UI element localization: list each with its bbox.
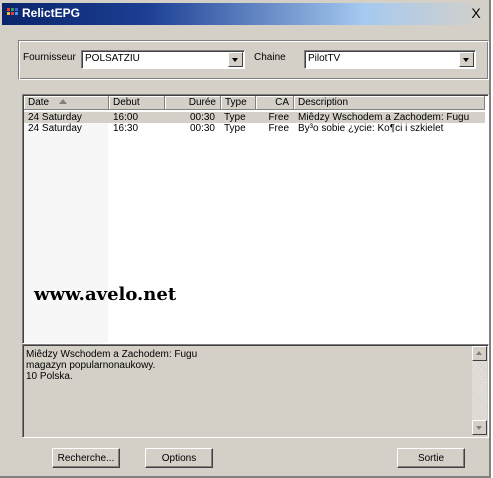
description-memo[interactable]: Miêdzy Wschodem a Zachodem: Fugu magazyn… xyxy=(22,344,489,438)
program-list[interactable]: Date Debut Durée Type CA Description 24 … xyxy=(22,94,489,344)
column-header-description[interactable]: Description xyxy=(294,96,485,110)
column-header-label: CA xyxy=(275,97,289,108)
options-button[interactable]: Options xyxy=(145,448,213,468)
sort-ascending-icon xyxy=(59,99,68,104)
cell-type: Type xyxy=(224,112,246,123)
description-line: 10 Polska. xyxy=(26,371,73,382)
description-line: Miêdzy Wschodem a Zachodem: Fugu xyxy=(26,349,198,360)
relictepg-window: RelictEPG X Fournisseur POLSATZIU Chaine… xyxy=(0,0,491,478)
table-row[interactable]: 24 Saturday 16:30 00:30 Type Free By³o s… xyxy=(24,123,485,134)
title-bar[interactable]: RelictEPG X xyxy=(2,3,486,25)
cell-debut: 16:30 xyxy=(113,123,139,134)
app-icon xyxy=(7,8,19,18)
chevron-down-icon xyxy=(463,58,469,62)
chevron-down-icon xyxy=(232,58,238,62)
column-header-label: Durée xyxy=(188,97,216,108)
column-header-debut[interactable]: Debut xyxy=(109,96,165,110)
filter-group: Fournisseur POLSATZIU Chaine PilotTV xyxy=(18,40,489,80)
column-header-type[interactable]: Type xyxy=(221,96,256,110)
column-header-label: Debut xyxy=(113,97,140,108)
table-row[interactable]: 24 Saturday 16:00 00:30 Type Free Miêdzy… xyxy=(24,112,485,123)
exit-button[interactable]: Sortie xyxy=(397,448,465,468)
cell-date: 24 Saturday xyxy=(28,123,82,134)
cell-ca: Free xyxy=(268,123,289,134)
cell-description: Miêdzy Wschodem a Zachodem: Fugu xyxy=(298,112,470,123)
cell-duree: 00:30 xyxy=(189,112,215,123)
channel-label: Chaine xyxy=(254,52,286,63)
column-header-date[interactable]: Date xyxy=(24,96,109,110)
chevron-up-icon xyxy=(476,351,482,355)
column-header-ca[interactable]: CA xyxy=(256,96,294,110)
window-title: RelictEPG xyxy=(22,6,81,20)
description-line: magazyn popularnonaukowy. xyxy=(26,360,156,371)
channel-value: PilotTV xyxy=(308,53,341,64)
scroll-down-button[interactable] xyxy=(472,420,487,435)
cell-ca: Free xyxy=(268,112,289,123)
provider-value: POLSATZIU xyxy=(85,53,140,64)
provider-label: Fournisseur xyxy=(23,52,76,63)
cell-debut: 16:00 xyxy=(113,112,139,123)
column-header-label: Date xyxy=(28,97,50,108)
watermark-text: www.avelo.net xyxy=(34,284,177,305)
column-header-label: Type xyxy=(225,97,247,108)
cell-type: Type xyxy=(224,123,246,134)
provider-select[interactable]: POLSATZIU xyxy=(81,50,245,69)
channel-select[interactable]: PilotTV xyxy=(304,50,476,69)
chevron-down-icon xyxy=(476,426,482,430)
cell-date: 24 Saturday xyxy=(28,112,82,123)
channel-dropdown-button[interactable] xyxy=(459,52,474,67)
search-button[interactable]: Recherche... xyxy=(52,448,120,468)
description-text: Miêdzy Wschodem a Zachodem: Fugu magazyn… xyxy=(26,349,197,382)
close-icon[interactable]: X xyxy=(468,5,484,21)
cell-description: By³o sobie ¿ycie: Ko¶ci i szkielet xyxy=(298,123,444,134)
provider-dropdown-button[interactable] xyxy=(228,52,243,67)
column-header-label: Description xyxy=(298,97,349,108)
date-column-shade xyxy=(24,111,108,343)
column-header-duree[interactable]: Durée xyxy=(165,96,221,110)
vertical-scrollbar[interactable] xyxy=(472,346,487,435)
cell-duree: 00:30 xyxy=(189,123,215,134)
scroll-up-button[interactable] xyxy=(472,346,487,361)
